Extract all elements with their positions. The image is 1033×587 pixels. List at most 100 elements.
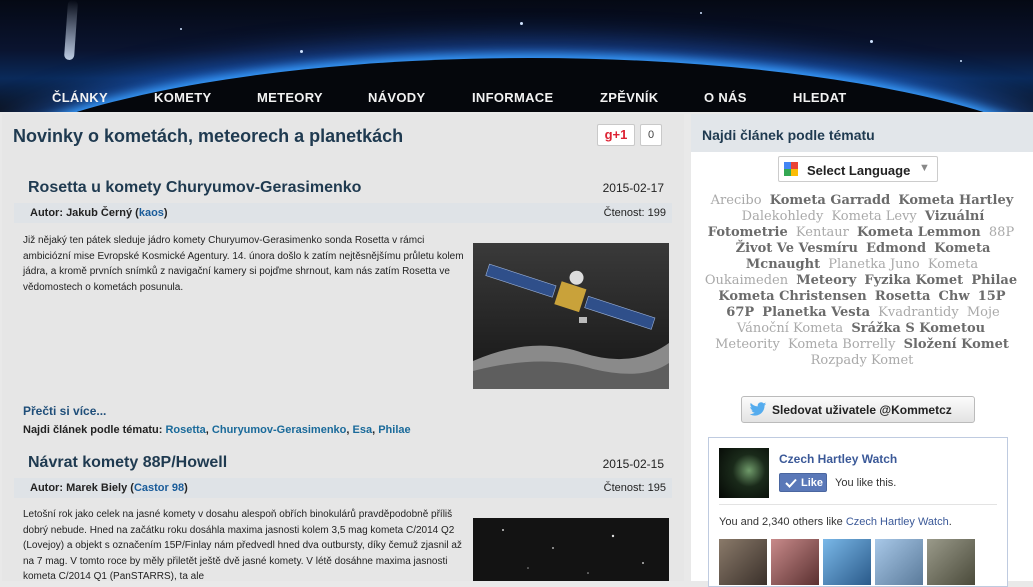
nav-item-komety[interactable]: KOMETY <box>154 90 211 105</box>
facebook-like-box: Czech Hartley Watch Like You like this. … <box>708 437 1008 587</box>
author-nick-link[interactable]: Castor 98 <box>134 482 184 494</box>
facebook-like-label: Like <box>801 477 824 489</box>
nav-item-hledat[interactable]: HLEDAT <box>793 90 847 105</box>
star <box>870 40 873 43</box>
facebook-likes-count-text: You and 2,340 others like <box>719 516 846 528</box>
article-read-count: Čtenost: 195 <box>603 482 666 494</box>
twitter-follow-label: Sledovat uživatele @Kommetcz <box>772 403 952 417</box>
facebook-you-like-text: You like this. <box>835 477 897 489</box>
facebook-fan-avatar[interactable] <box>927 539 975 585</box>
sidebar: Najdi článek podle tématu Select Languag… <box>691 114 1033 587</box>
tag-cloud-link[interactable]: Srážka S Kometou <box>851 321 985 336</box>
nav-item-meteory[interactable]: METEORY <box>257 90 323 105</box>
facebook-fan-avatar[interactable] <box>719 539 767 585</box>
facebook-page-avatar[interactable] <box>719 448 769 498</box>
nav-item-informace[interactable]: INFORMACE <box>472 90 553 105</box>
article-meta-bar: Autor: Marek Biely (Castor 98) Čtenost: … <box>14 478 672 498</box>
tag-cloud-link[interactable]: Meteority <box>715 337 780 352</box>
star <box>960 60 962 62</box>
tag-cloud-link[interactable]: Dalekohledy <box>742 209 824 224</box>
divider <box>719 504 997 505</box>
tag-cloud-link[interactable]: 67P <box>726 305 754 320</box>
facebook-fan-avatar[interactable] <box>875 539 923 585</box>
topic-tag-link[interactable]: Philae <box>378 424 410 436</box>
tag-cloud-link[interactable]: Kentaur <box>796 225 849 240</box>
author-label: Autor: <box>30 482 63 494</box>
tag-cloud-link[interactable]: Kometa Borrelly <box>788 337 895 352</box>
tag-cloud-link[interactable]: Fyzika Komet <box>864 273 963 288</box>
article-title-link[interactable]: Rosetta u komety Churyumov-Gerasimenko <box>28 179 361 197</box>
twitter-follow-button[interactable]: Sledovat uživatele @Kommetcz <box>741 396 975 423</box>
tag-cloud-link[interactable]: Kometa Garradd <box>770 193 891 208</box>
tag-cloud-link[interactable]: Arecibo <box>711 193 762 208</box>
author-label: Autor: <box>30 207 63 219</box>
article-meta-bar: Autor: Jakub Černý (kaos) Čtenost: 199 <box>14 203 672 223</box>
check-icon <box>785 478 797 488</box>
nav-item-zpevnik[interactable]: ZPĚVNÍK <box>600 90 658 105</box>
google-translate-icon <box>784 162 798 176</box>
article-date: 2015-02-17 <box>602 181 664 195</box>
tag-cloud-link[interactable]: 15P <box>978 289 1006 304</box>
nav-item-clanky[interactable]: ČLÁNKY <box>52 90 108 105</box>
tag-cloud-link[interactable]: Kometa Levy <box>831 209 916 224</box>
article-excerpt: Letošní rok jako celek na jasné komety v… <box>23 509 462 582</box>
topic-tag-link[interactable]: Esa <box>353 424 373 436</box>
language-select-label: Select Language <box>807 163 911 178</box>
tag-cloud-link[interactable]: Kometa Lemmon <box>857 225 981 240</box>
star <box>520 22 523 25</box>
topic-tag-link[interactable]: Rosetta <box>165 424 205 436</box>
tag-cloud-link[interactable]: Kometa Christensen <box>718 289 866 304</box>
tag-cloud-link[interactable]: Edmond <box>866 241 926 256</box>
tag-cloud-link[interactable]: Planetka Vesta <box>762 305 870 320</box>
facebook-like-button[interactable]: Like <box>779 473 827 492</box>
tag-cloud-link[interactable]: 88P <box>989 225 1014 240</box>
facebook-likes-summary: You and 2,340 others like Czech Hartley … <box>719 516 952 528</box>
punctuation: . <box>948 516 952 528</box>
author-name: Jakub Černý <box>66 207 133 219</box>
page-title: Novinky o kometách, meteorech a planetká… <box>13 126 404 146</box>
facebook-page-link[interactable]: Czech Hartley Watch <box>846 516 949 528</box>
google-plus-count: 0 <box>640 124 662 146</box>
star <box>700 12 702 14</box>
read-more-link[interactable]: Přečti si více... <box>23 404 106 418</box>
main-nav: ČLÁNKY KOMETY METEORY NÁVODY INFORMACE Z… <box>0 84 1033 110</box>
facebook-fan-avatar[interactable] <box>823 539 871 585</box>
nav-item-navody[interactable]: NÁVODY <box>368 90 425 105</box>
tag-cloud-link[interactable]: Meteory <box>796 273 856 288</box>
article-author: Autor: Marek Biely (Castor 98) <box>30 482 188 494</box>
article-author: Autor: Jakub Černý (kaos) <box>30 207 168 219</box>
rosetta-spacecraft-image[interactable] <box>473 243 669 389</box>
tag-cloud-link[interactable]: Život Ve Vesmíru <box>736 241 858 256</box>
author-name: Marek Biely <box>66 482 128 494</box>
article-date: 2015-02-15 <box>602 457 664 471</box>
twitter-bird-icon <box>749 402 767 416</box>
nav-item-o-nas[interactable]: O NÁS <box>704 90 747 105</box>
sidebar-header: Najdi článek podle tématu <box>691 114 1033 152</box>
main-content: Novinky o kometách, meteorech a planetká… <box>2 114 684 582</box>
tag-cloud-link[interactable]: Kvadrantidy <box>878 305 959 320</box>
tag-cloud-link[interactable]: Rosetta <box>875 289 931 304</box>
sidebar-title: Najdi článek podle tématu <box>702 127 875 143</box>
header-banner: ČLÁNKY KOMETY METEORY NÁVODY INFORMACE Z… <box>0 0 1033 112</box>
tag-cloud-link[interactable]: Philae <box>971 273 1017 288</box>
tag-cloud-link[interactable]: Složení Komet <box>904 337 1009 352</box>
star <box>300 50 303 53</box>
facebook-fan-avatar[interactable] <box>771 539 819 585</box>
topic-tag-link[interactable]: Churyumov-Gerasimenko <box>212 424 346 436</box>
article-read-count: Čtenost: 199 <box>603 207 666 219</box>
star <box>180 28 182 30</box>
comet-streak <box>63 0 79 61</box>
google-plus-button[interactable]: g+1 <box>597 124 635 146</box>
tag-cloud-link[interactable]: Chw <box>939 289 970 304</box>
article-topics: Najdi článek podle tématu: Rosetta, Chur… <box>23 424 411 436</box>
language-select[interactable]: Select Language ▼ <box>778 156 938 182</box>
article-excerpt: Již nějaký ten pátek sleduje jádro komet… <box>23 235 464 293</box>
comet-starfield-image[interactable] <box>473 518 669 581</box>
article-title-link[interactable]: Návrat komety 88P/Howell <box>28 454 227 472</box>
tag-cloud-link[interactable]: Planetka Juno <box>828 257 920 272</box>
topics-label: Najdi článek podle tématu: <box>23 424 163 436</box>
author-nick-link[interactable]: kaos <box>139 207 164 219</box>
tag-cloud-link[interactable]: Rozpady Komet <box>811 353 914 368</box>
tag-cloud-link[interactable]: Kometa Hartley <box>898 193 1013 208</box>
facebook-page-name-link[interactable]: Czech Hartley Watch <box>779 452 897 466</box>
